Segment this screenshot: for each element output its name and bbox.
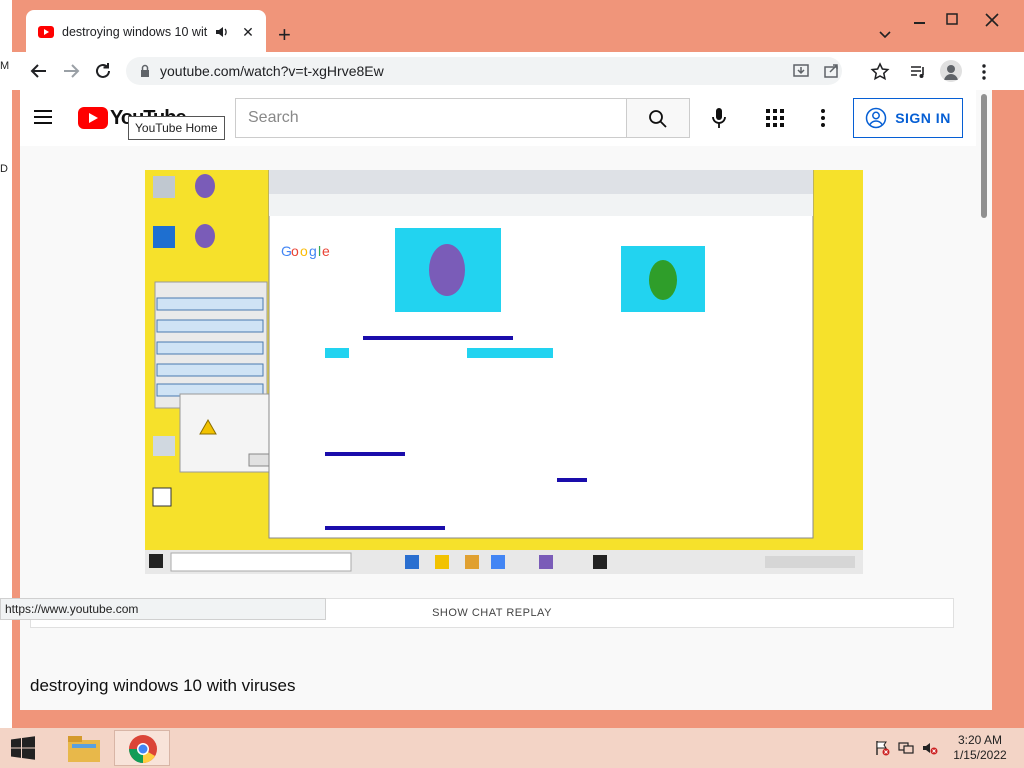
back-arrow-icon[interactable] [28, 60, 50, 82]
desktop-icon-label-fragment: M [0, 60, 10, 72]
windows-start-icon[interactable] [10, 736, 36, 760]
chrome-taskbar-button[interactable] [114, 730, 170, 766]
minimize-icon[interactable] [902, 8, 938, 32]
search-button[interactable] [626, 98, 690, 138]
close-icon[interactable] [968, 8, 1016, 32]
svg-text:l: l [318, 243, 321, 259]
tab-title: destroying windows 10 with [62, 25, 208, 39]
profile-avatar[interactable] [940, 60, 962, 82]
account-circle-icon [865, 107, 887, 129]
share-icon[interactable] [822, 62, 840, 80]
page-scrollbar[interactable] [976, 90, 992, 710]
microphone-icon[interactable] [708, 106, 730, 130]
scrollbar-thumb[interactable] [981, 94, 987, 218]
speaker-icon[interactable] [214, 24, 230, 40]
search-input[interactable] [236, 99, 627, 137]
file-explorer-taskbar-button[interactable] [56, 730, 112, 766]
search-box[interactable] [235, 98, 627, 138]
hamburger-menu-icon[interactable] [34, 110, 52, 124]
sign-in-button[interactable]: SIGN IN [853, 98, 963, 138]
chrome-menu-icon[interactable] [974, 62, 994, 82]
youtube-logo-icon [78, 107, 108, 129]
person-icon [944, 65, 958, 80]
address-url[interactable]: youtube.com/watch?v=t-xgHrve8Ew [160, 63, 384, 79]
svg-text:g: g [309, 243, 317, 259]
network-icon[interactable] [898, 740, 914, 756]
clock-time: 3:20 AM [957, 733, 1003, 747]
browser-toolbar: youtube.com/watch?v=t-xgHrve8Ew [12, 52, 1024, 90]
volume-muted-icon[interactable] [922, 740, 938, 756]
svg-text:o: o [291, 243, 299, 259]
apps-grid-icon[interactable] [766, 109, 784, 127]
svg-text:e: e [322, 243, 330, 259]
reload-icon[interactable] [92, 60, 114, 82]
search-icon [649, 110, 667, 128]
forward-arrow-icon[interactable] [60, 60, 82, 82]
chevron-down-icon[interactable] [878, 28, 892, 42]
video-title: destroying windows 10 with viruses [30, 676, 296, 695]
new-tab-button[interactable]: + [278, 24, 291, 46]
windows-taskbar: 3:20 AM 1/15/2022 [0, 728, 1024, 768]
install-app-icon[interactable] [792, 62, 810, 80]
bookmark-star-icon[interactable] [870, 62, 890, 82]
youtube-favicon-icon [38, 26, 54, 38]
video-player[interactable]: G o o g l e [145, 170, 863, 574]
youtube-header: YouTube YouTube Home [20, 90, 992, 146]
address-bar[interactable]: youtube.com/watch?v=t-xgHrve8Ew [126, 57, 842, 85]
video-frame-image: G o o g l e [145, 170, 863, 574]
tab-close-icon[interactable]: ✕ [240, 24, 256, 41]
maximize-icon[interactable] [934, 8, 970, 32]
clock-date: 1/15/2022 [953, 748, 1007, 762]
svg-text:o: o [300, 243, 308, 259]
status-bar-url: https://www.youtube.com [0, 598, 326, 620]
settings-menu-icon[interactable] [820, 108, 826, 128]
browser-tab[interactable]: destroying windows 10 with ✕ [26, 10, 266, 54]
media-control-icon[interactable] [908, 62, 928, 82]
logo-tooltip: YouTube Home [128, 116, 225, 140]
desktop-icon-label-fragment: D [0, 163, 8, 175]
action-center-flag-icon[interactable] [874, 740, 890, 756]
lock-icon[interactable] [140, 64, 150, 78]
browser-title-bar: destroying windows 10 with ✕ + [12, 0, 1024, 54]
file-explorer-icon [68, 736, 100, 762]
sign-in-label: SIGN IN [895, 110, 951, 126]
chrome-icon [129, 735, 157, 763]
taskbar-clock[interactable]: 3:20 AM 1/15/2022 [948, 733, 1012, 763]
